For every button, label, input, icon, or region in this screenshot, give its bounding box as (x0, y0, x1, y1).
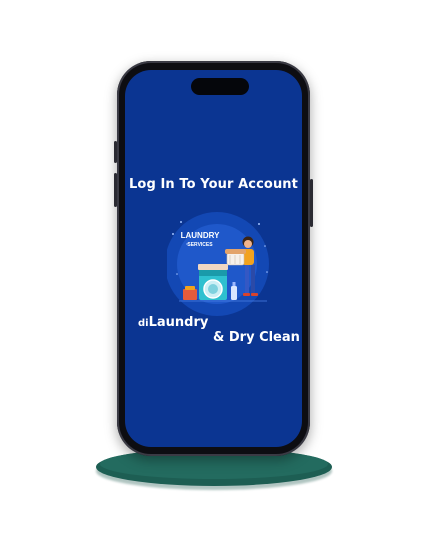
phone-side-button-right (310, 179, 313, 227)
dynamic-island (191, 78, 249, 95)
brand-prefix: di (138, 318, 149, 329)
brand-name: diLaundry (138, 315, 208, 330)
brand-tagline: & Dry Clean (213, 330, 300, 345)
app-splash-screen: Log In To Your Account LAUNDRY SERVICES (125, 70, 302, 447)
phone-side-button-left-2 (114, 173, 117, 207)
phone-mockup: Log In To Your Account LAUNDRY SERVICES (114, 61, 313, 456)
badge-line2: SERVICES (187, 242, 213, 248)
badge-line1: LAUNDRY (181, 231, 220, 240)
login-title: Log In To Your Account (129, 177, 298, 192)
brand-main: Laundry (148, 315, 209, 330)
phone-side-button-left (114, 141, 117, 163)
laundry-illustration-icon: LAUNDRY SERVICES (167, 212, 269, 316)
